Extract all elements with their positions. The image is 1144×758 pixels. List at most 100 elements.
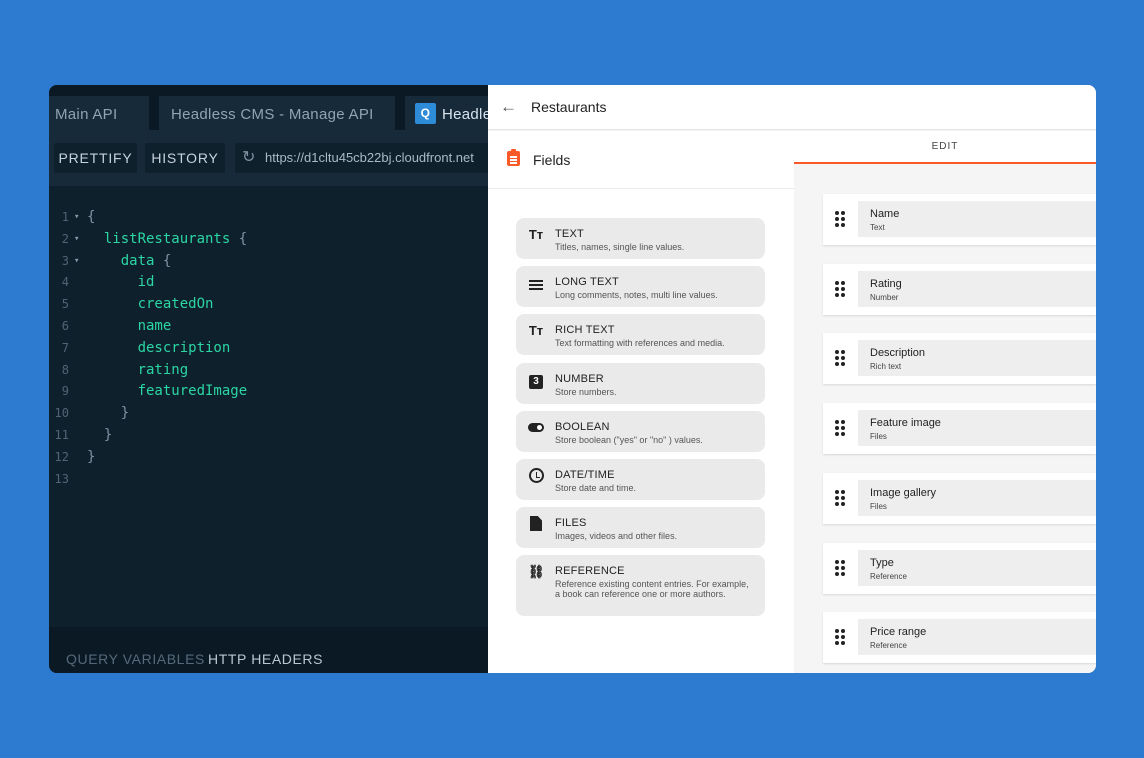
field-type-description: Titles, names, single line values.	[555, 242, 685, 252]
field-type-description: Long comments, notes, multi line values.	[555, 290, 718, 300]
code-text: }	[87, 403, 129, 425]
field-type: Files	[870, 501, 887, 511]
endpoint-url-input[interactable]: ↻ https://d1cltu45cb22bj.cloudfront.net	[235, 143, 495, 173]
code-punct	[87, 318, 138, 334]
boolean-icon	[528, 420, 544, 436]
field-name: Feature image	[870, 417, 941, 430]
model-field-row[interactable]: Type Reference	[823, 542, 1096, 594]
query-variables-tab[interactable]: QUERY VARIABLES	[66, 651, 205, 667]
field-card[interactable]: Name Text	[858, 201, 1096, 237]
field-type-description: Reference existing content entries. For …	[555, 579, 749, 599]
field-type-name: FILES	[555, 517, 587, 529]
code-text: }	[87, 425, 112, 447]
field-type-text[interactable]: Tт TEXT Titles, names, single line values.	[516, 218, 765, 259]
drag-handle-icon[interactable]	[835, 420, 846, 437]
line-number: 8	[61, 362, 69, 377]
prettify-button[interactable]: PRETTIFY	[54, 143, 137, 173]
field-type-files[interactable]: FILES Images, videos and other files.	[516, 507, 765, 548]
code-line: 8 rating	[49, 360, 488, 382]
query-editor[interactable]: 1 ▾{2 ▾ listRestaurants {3 ▾ data {4 id 5 cr…	[49, 207, 488, 490]
field-name: Type	[870, 556, 894, 569]
model-field-row[interactable]: Description Rich text	[823, 333, 1096, 385]
line-number: 9	[61, 384, 69, 399]
back-arrow-icon[interactable]: ←	[500, 97, 517, 117]
code-punct: }	[87, 448, 96, 465]
drag-handle-icon[interactable]	[835, 489, 846, 506]
code-punct: {	[154, 252, 172, 269]
field-card[interactable]: Feature image Files	[858, 410, 1096, 447]
code-field: featuredImage	[137, 383, 248, 400]
code-punct	[87, 362, 138, 378]
code-line: 9 featuredImage	[49, 381, 488, 403]
field-type-rich-text[interactable]: Tт RICH TEXT Text formatting with referenc…	[516, 314, 765, 355]
code-line: 11 }	[49, 425, 488, 447]
field-type-reference[interactable]: ⛓ REFERENCE Reference existing content ent…	[516, 555, 765, 616]
code-text: }	[87, 447, 95, 469]
field-type-name: REFERENCE	[555, 565, 625, 577]
tab-headless-cms[interactable]: QHeadless CMS	[405, 96, 495, 130]
playground-tabs: Main API Headless CMS - Manage API Q Head…	[49, 85, 495, 130]
code-line: 1 ▾ {	[49, 207, 488, 229]
line-number: 12	[54, 449, 69, 464]
code-text: id	[87, 272, 155, 294]
field-card[interactable]: Image gallery Files	[858, 479, 1096, 516]
code-text: name	[87, 316, 172, 338]
clipboard-icon	[507, 149, 520, 166]
field-type-description: Store boolean ("yes" or "no" ) values.	[555, 435, 703, 445]
reload-icon[interactable]: ↻	[242, 143, 255, 173]
field-type: Text	[870, 223, 885, 232]
field-card[interactable]: Rating Number	[858, 270, 1096, 307]
fold-arrow-icon[interactable]: ▾	[74, 251, 79, 273]
line-number: 6	[61, 318, 69, 333]
fold-arrow-icon[interactable]: ▾	[74, 229, 79, 251]
model-field-row[interactable]: Name Text	[823, 194, 1096, 245]
line-number: 3	[61, 253, 69, 268]
field-type-long-text[interactable]: LONG TEXT Long comments, notes, multi lin…	[516, 266, 765, 307]
content-model-editor: ← Restaurants Fields Tт TEXT Titles, names…	[488, 85, 1096, 673]
code-line: 10 }	[49, 403, 488, 425]
model-field-row[interactable]: Image gallery Files	[823, 472, 1096, 524]
drag-handle-icon[interactable]	[835, 280, 846, 297]
model-fields-panel: EDIT Name Text Rating Number Description Rich…	[794, 131, 1096, 673]
code-line: 2 ▾ listRestaurants {	[49, 229, 488, 251]
tab-edit[interactable]: EDIT	[794, 131, 1096, 164]
model-field-row[interactable]: Price range Reference	[823, 612, 1096, 664]
field-card[interactable]: Description Rich text	[858, 340, 1096, 377]
app-window: Main API Headless CMS - Manage API Q Head…	[49, 85, 1096, 673]
code-field: listRestaurants	[103, 230, 231, 247]
model-field-row[interactable]: Feature image Files	[823, 403, 1096, 455]
field-type-date-time[interactable]: DATE/TIME Store date and time.	[516, 459, 765, 500]
drag-handle-icon[interactable]	[835, 559, 846, 576]
field-type-name: NUMBER	[555, 373, 604, 385]
tab-manage-api[interactable]: Headless CMS - Manage API	[159, 96, 395, 130]
code-text: createdOn	[87, 294, 214, 316]
field-type-description: Store date and time.	[555, 483, 637, 493]
drag-handle-icon[interactable]	[835, 211, 846, 227]
model-field-row[interactable]: Rating Number	[823, 263, 1096, 315]
field-type-number[interactable]: 3 NUMBER Store numbers.	[516, 363, 765, 404]
code-punct	[87, 253, 121, 269]
code-punct: }	[87, 426, 113, 443]
drag-handle-icon[interactable]	[835, 350, 846, 367]
code-punct	[87, 274, 138, 290]
line-number: 10	[54, 406, 69, 421]
code-line: 6 name	[49, 316, 488, 338]
field-type: Rich text	[870, 362, 902, 372]
clock-icon	[528, 468, 544, 484]
line-number: 1	[61, 210, 69, 224]
fold-arrow-icon[interactable]: ▾	[74, 207, 79, 229]
history-button[interactable]: HISTORY	[145, 143, 225, 173]
field-type-name: BOOLEAN	[555, 421, 610, 433]
field-type-description: Text formatting with references and medi…	[555, 338, 725, 348]
code-punct	[87, 340, 138, 356]
tab-main-api[interactable]: Main API	[49, 96, 149, 130]
field-type-name: TEXT	[555, 228, 584, 240]
field-name: Price range	[870, 626, 927, 639]
text-icon: Tт	[528, 227, 544, 242]
drag-handle-icon[interactable]	[835, 629, 846, 646]
field-card[interactable]: Price range Reference	[858, 619, 1096, 656]
http-headers-tab[interactable]: HTTP HEADERS	[208, 651, 323, 667]
number-icon: 3	[528, 372, 544, 389]
field-type-boolean[interactable]: BOOLEAN Store boolean ("yes" or "no" ) va…	[516, 411, 765, 452]
field-card[interactable]: Type Reference	[858, 549, 1096, 586]
